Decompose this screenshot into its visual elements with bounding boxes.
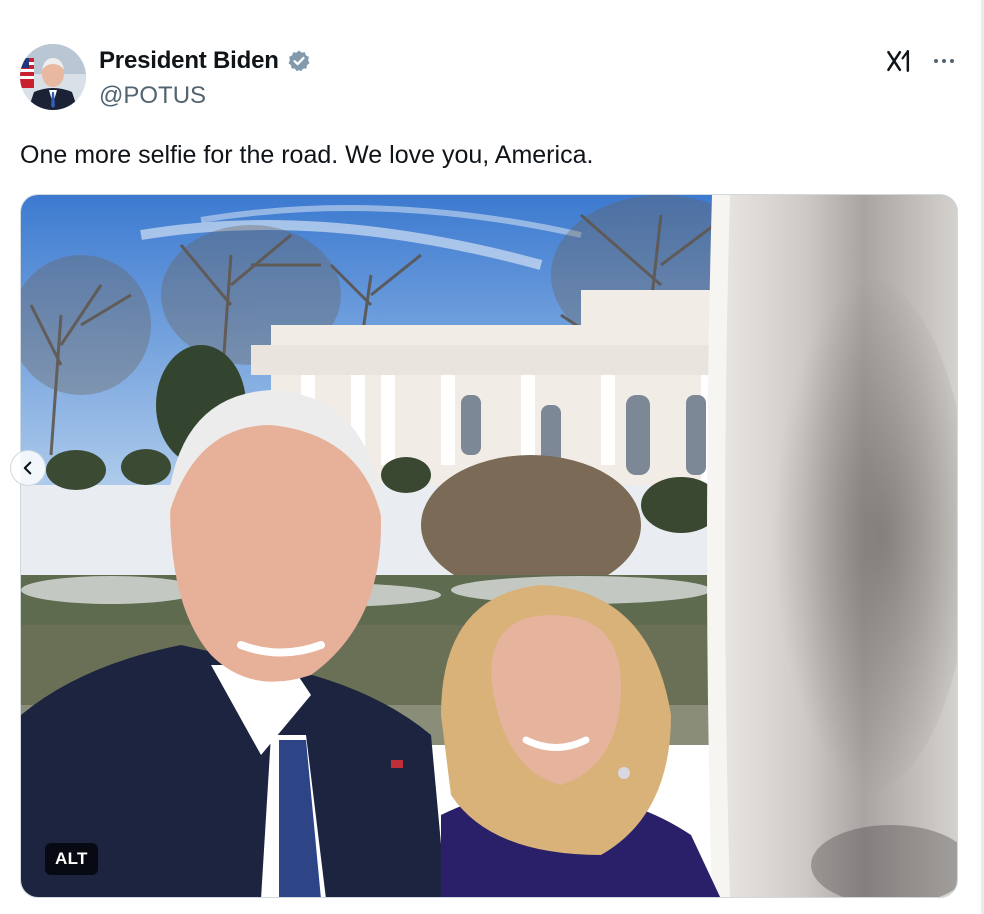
selfie-photo-image	[21, 195, 957, 897]
author-name-row: President Biden	[99, 46, 311, 76]
more-icon[interactable]	[928, 46, 960, 76]
alt-text-button[interactable]: ALT	[45, 843, 98, 875]
author-handle[interactable]: @POTUS	[99, 82, 206, 110]
tweet-photo[interactable]: ALT	[20, 194, 958, 898]
verified-badge-icon[interactable]	[287, 49, 311, 73]
chevron-left-icon[interactable]	[10, 450, 46, 486]
display-name[interactable]: President Biden	[99, 47, 279, 75]
grok-icon[interactable]	[882, 46, 916, 76]
avatar[interactable]	[20, 44, 86, 110]
avatar-image	[20, 44, 86, 110]
tweet-text: One more selfie for the road. We love yo…	[20, 141, 594, 169]
